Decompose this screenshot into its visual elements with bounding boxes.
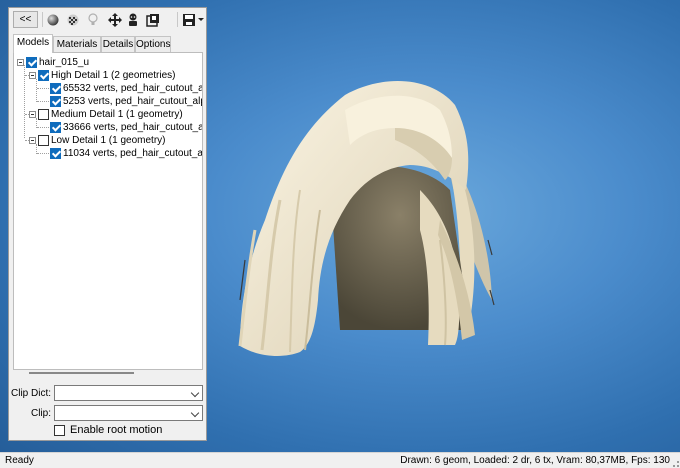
dropdown-arrow-icon[interactable] — [197, 11, 205, 28]
tree-node-label: 11034 verts, ped_hair_cutout_alph — [63, 148, 203, 159]
enable-root-motion-label: Enable root motion — [70, 424, 163, 436]
move-icon[interactable] — [107, 11, 123, 28]
texture-icon[interactable] — [145, 11, 161, 28]
tree-node-root[interactable]: hair_015_u — [17, 56, 89, 69]
checker-icon[interactable] — [65, 11, 81, 28]
root-checkbox[interactable] — [26, 57, 37, 68]
medium-detail-checkbox[interactable] — [38, 109, 49, 120]
tab-details[interactable]: Details — [101, 36, 135, 52]
clip-dict-combo[interactable] — [54, 385, 203, 401]
collapse-toggle-icon[interactable] — [29, 137, 36, 144]
tree-node-high-detail[interactable]: High Detail 1 (2 geometries) — [29, 69, 176, 82]
sphere-icon[interactable] — [45, 11, 61, 28]
tree-horizontal-scrollbar[interactable] — [19, 370, 194, 376]
low-detail-checkbox[interactable] — [38, 135, 49, 146]
skeleton-icon[interactable] — [125, 11, 141, 28]
toolbar-separator — [177, 12, 178, 27]
tree-connector — [36, 79, 37, 102]
clip-dict-label: Clip Dict: — [11, 388, 52, 399]
collapse-toggle-icon[interactable] — [17, 59, 24, 66]
render-stats: Drawn: 6 geom, Loaded: 2 dr, 6 tx, Vram:… — [400, 455, 670, 466]
tree-node-label: High Detail 1 (2 geometries) — [51, 70, 176, 81]
save-icon[interactable] — [182, 11, 196, 28]
tree-node-geometry[interactable]: 11034 verts, ped_hair_cutout_alph — [50, 147, 203, 160]
geometry-checkbox[interactable] — [50, 96, 61, 107]
model-tree[interactable]: hair_015_u High Detail 1 (2 geometries) … — [13, 52, 203, 370]
tab-strip: Models Materials Details Options — [13, 34, 203, 53]
tree-connector — [37, 153, 49, 154]
bulb-icon[interactable] — [85, 11, 101, 28]
scrollbar-thumb[interactable] — [29, 372, 134, 374]
tab-options[interactable]: Options — [135, 36, 171, 52]
tree-connector — [37, 127, 49, 128]
tab-models[interactable]: Models — [13, 34, 53, 53]
collapse-toggle-icon[interactable] — [29, 72, 36, 79]
tree-node-low-detail[interactable]: Low Detail 1 (1 geometry) — [29, 134, 166, 147]
tree-node-geometry[interactable]: 5253 verts, ped_hair_cutout_alpha — [50, 95, 203, 108]
collapse-panel-button[interactable]: << — [13, 11, 38, 28]
status-bar: Ready Drawn: 6 geom, Loaded: 2 dr, 6 tx,… — [0, 452, 680, 468]
collapse-toggle-icon[interactable] — [29, 111, 36, 118]
tree-node-label: Medium Detail 1 (1 geometry) — [51, 109, 183, 120]
clip-label: Clip: — [30, 408, 51, 419]
panel-toolbar: << — [9, 8, 206, 32]
tree-connector — [37, 88, 49, 89]
tree-connector — [37, 101, 49, 102]
tree-node-label: 65532 verts, ped_hair_cutout_alph — [63, 83, 203, 94]
enable-root-motion-row[interactable]: Enable root motion — [54, 424, 162, 436]
chevron-down-icon — [190, 408, 200, 418]
enable-root-motion-checkbox[interactable] — [54, 424, 65, 436]
geometry-checkbox[interactable] — [50, 83, 61, 94]
tree-node-label: 33666 verts, ped_hair_cutout_alph — [63, 122, 203, 133]
resize-grip-icon[interactable] — [673, 461, 679, 467]
toolbar-separator — [42, 12, 43, 27]
tree-node-geometry[interactable]: 33666 verts, ped_hair_cutout_alph — [50, 121, 203, 134]
model-panel: << Models Materials Details Options hair… — [8, 7, 207, 441]
chevron-down-icon — [190, 388, 200, 398]
tree-node-geometry[interactable]: 65532 verts, ped_hair_cutout_alph — [50, 82, 203, 95]
tree-node-label: 5253 verts, ped_hair_cutout_alpha — [63, 96, 203, 107]
clip-combo[interactable] — [54, 405, 203, 421]
geometry-checkbox[interactable] — [50, 122, 61, 133]
geometry-checkbox[interactable] — [50, 148, 61, 159]
tree-node-label: hair_015_u — [39, 57, 90, 68]
status-text: Ready — [5, 455, 34, 466]
tree-node-label: Low Detail 1 (1 geometry) — [51, 135, 166, 146]
tab-materials[interactable]: Materials — [53, 36, 101, 52]
tree-node-medium-detail[interactable]: Medium Detail 1 (1 geometry) — [29, 108, 183, 121]
high-detail-checkbox[interactable] — [38, 70, 49, 81]
